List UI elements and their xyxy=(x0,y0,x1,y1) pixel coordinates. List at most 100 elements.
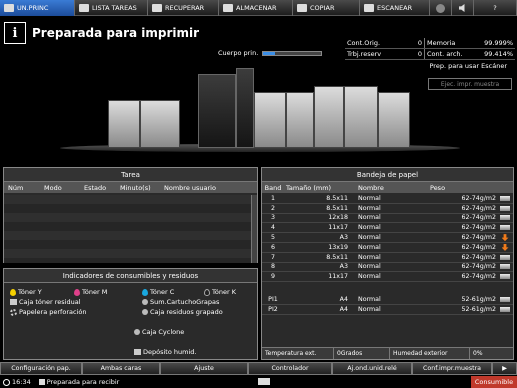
sample-print-config-button[interactable]: Conf.impr.muestra xyxy=(412,362,492,375)
tray-weight: 62-74g/m2 xyxy=(461,253,496,261)
tray-number: 5 xyxy=(270,234,275,242)
paper-tray-icon xyxy=(500,205,510,211)
tray-row[interactable]: PI2 A4 Normal 52-61g/m2 xyxy=(262,305,513,315)
tray-weight: 62-74g/m2 xyxy=(461,263,496,271)
tray-paper-name: Normal xyxy=(358,273,381,281)
tab-copiar[interactable]: COPIAR xyxy=(293,0,360,16)
tray-number: 7 xyxy=(270,253,275,261)
job-panel: Tarea Núm Modo Estado Minuto(s) Nombre u… xyxy=(3,167,258,263)
machine-illustration xyxy=(0,62,517,162)
staple-icon xyxy=(142,309,148,315)
staple-cartridge-indicator: Sum.CartuchoGrapas xyxy=(142,298,219,306)
list-icon xyxy=(79,4,89,12)
paper-setting-button[interactable]: Configuración pap. xyxy=(0,362,82,375)
tray-number: 9 xyxy=(270,273,275,281)
tray-size: 8.5x11 xyxy=(326,253,348,261)
tray-paper-name: Normal xyxy=(358,253,381,261)
duplex-button[interactable]: Ambas caras xyxy=(82,362,160,375)
tray-row[interactable]: 7 8.5x11 Normal 62-74g/m2 xyxy=(262,253,513,263)
toner-drop-icon xyxy=(10,288,16,296)
tray-number: PI1 xyxy=(268,295,278,303)
tray-row[interactable]: PI1 A4 Normal 52-61g/m2 xyxy=(262,295,513,305)
help-button[interactable]: ? xyxy=(474,0,517,16)
tray-number: 2 xyxy=(270,204,275,212)
tray-number: 3 xyxy=(270,214,275,222)
toner-y-indicator: Tóner Y xyxy=(10,288,42,296)
controller-button[interactable]: Controlador xyxy=(248,362,332,375)
tray-size: A3 xyxy=(339,263,348,271)
tray-row[interactable]: 1 8.5x11 Normal 62-74g/m2 xyxy=(262,194,513,204)
tray-paper-name: Normal xyxy=(358,194,381,202)
toner-c-indicator: Tóner C xyxy=(142,288,174,296)
paper-tray-icon xyxy=(500,225,510,231)
tray-row[interactable]: 3 12x18 Normal 62-74g/m2 xyxy=(262,214,513,224)
tray-row[interactable]: 9 11x17 Normal 62-74g/m2 xyxy=(262,272,513,283)
tray-table-header: Band Tamaño (mm) Nombre Peso xyxy=(262,182,513,193)
main-body-progress xyxy=(262,50,323,56)
tab-almacenar[interactable]: ALMACENAR xyxy=(219,0,293,16)
tray-row[interactable]: 4 11x17 Normal 62-74g/m2 xyxy=(262,223,513,234)
tray-weight: 62-74g/m2 xyxy=(461,194,496,202)
tray-paper-name: Normal xyxy=(358,263,381,271)
home-icon xyxy=(4,4,14,12)
tab-escanear[interactable]: ESCANEAR xyxy=(360,0,430,16)
tray-size: A4 xyxy=(339,305,348,313)
punch-waste-indicator: Papelera perforación xyxy=(10,308,86,316)
tray-number: 4 xyxy=(270,224,275,232)
info-icon: i xyxy=(4,22,26,44)
tab-un-princ[interactable]: UN.PRINC xyxy=(0,0,75,16)
tray-weight: 52-61g/m2 xyxy=(461,305,496,313)
waste-toner-indicator: Caja tóner residual xyxy=(10,298,81,306)
toner-k-indicator: Tóner K xyxy=(204,288,236,296)
job-list-scrollbar[interactable] xyxy=(251,195,257,263)
globe-icon xyxy=(436,3,445,13)
tray-weight: 62-74g/m2 xyxy=(461,224,496,232)
network-button[interactable] xyxy=(430,0,452,16)
tray-paper-name: Normal xyxy=(358,243,381,251)
tray-row[interactable]: 6 13x19 Normal 62-74g/m2 xyxy=(262,243,513,253)
consumable-alert-button[interactable]: Consumible xyxy=(471,376,517,388)
keyboard-icon[interactable] xyxy=(258,378,270,385)
toner-drop-icon xyxy=(142,288,148,296)
clock-time: 16:34 xyxy=(12,378,31,386)
tray-paper-name: Normal xyxy=(358,295,381,303)
tray-size: 8.5x11 xyxy=(326,204,348,212)
paper-tray-icon xyxy=(500,254,510,260)
environment-status: Temperatura ext. 0Grados Humedad exterio… xyxy=(262,347,513,359)
tray-size: 12x18 xyxy=(328,214,348,222)
tray-row[interactable]: 8 A3 Normal 62-74g/m2 xyxy=(262,263,513,273)
volume-button[interactable] xyxy=(452,0,474,16)
tray-weight: 62-74g/m2 xyxy=(461,273,496,281)
tray-size: A4 xyxy=(339,295,348,303)
job-table-header: Núm Modo Estado Minuto(s) Nombre usuario xyxy=(4,182,257,193)
job-list[interactable] xyxy=(4,195,252,263)
staple-icon xyxy=(142,299,148,305)
tray-weight: 62-74g/m2 xyxy=(461,204,496,212)
relay-unit-button[interactable]: Aj.ond.unid.relé xyxy=(332,362,412,375)
paper-tray-icon xyxy=(500,274,510,280)
tray-paper-name: Normal xyxy=(358,224,381,232)
adjustment-button[interactable]: Ajuste xyxy=(160,362,248,375)
copy-icon xyxy=(297,4,307,12)
paper-tray-icon xyxy=(500,195,510,201)
paper-tray-icon xyxy=(500,215,510,221)
tray-weight: 62-74g/m2 xyxy=(461,243,496,251)
tray-row[interactable]: 2 8.5x11 Normal 62-74g/m2 xyxy=(262,204,513,214)
cyclone-icon xyxy=(134,329,140,335)
next-page-button[interactable]: ▶ xyxy=(492,362,517,375)
tab-lista-tareas[interactable]: LISTA TAREAS xyxy=(75,0,148,16)
tray-size: 8.5x11 xyxy=(326,194,348,202)
tray-number: 1 xyxy=(270,194,275,202)
printer-icon xyxy=(38,379,45,385)
tray-weight: 62-74g/m2 xyxy=(461,214,496,222)
bottom-button-bar: Configuración pap. Ambas caras Ajuste Co… xyxy=(0,362,517,375)
paper-tray-icon xyxy=(500,306,510,312)
scan-icon xyxy=(364,4,374,12)
tray-number: PI2 xyxy=(268,305,278,313)
tab-recuperar[interactable]: RECUPERAR xyxy=(148,0,219,16)
status-message: Preparada para imprimir xyxy=(32,26,200,40)
tray-size: 13x19 xyxy=(328,243,348,251)
paper-tray-icon xyxy=(500,264,510,270)
punch-icon xyxy=(10,308,17,316)
tray-row[interactable]: 5 A3 Normal 62-74g/m2 xyxy=(262,233,513,243)
